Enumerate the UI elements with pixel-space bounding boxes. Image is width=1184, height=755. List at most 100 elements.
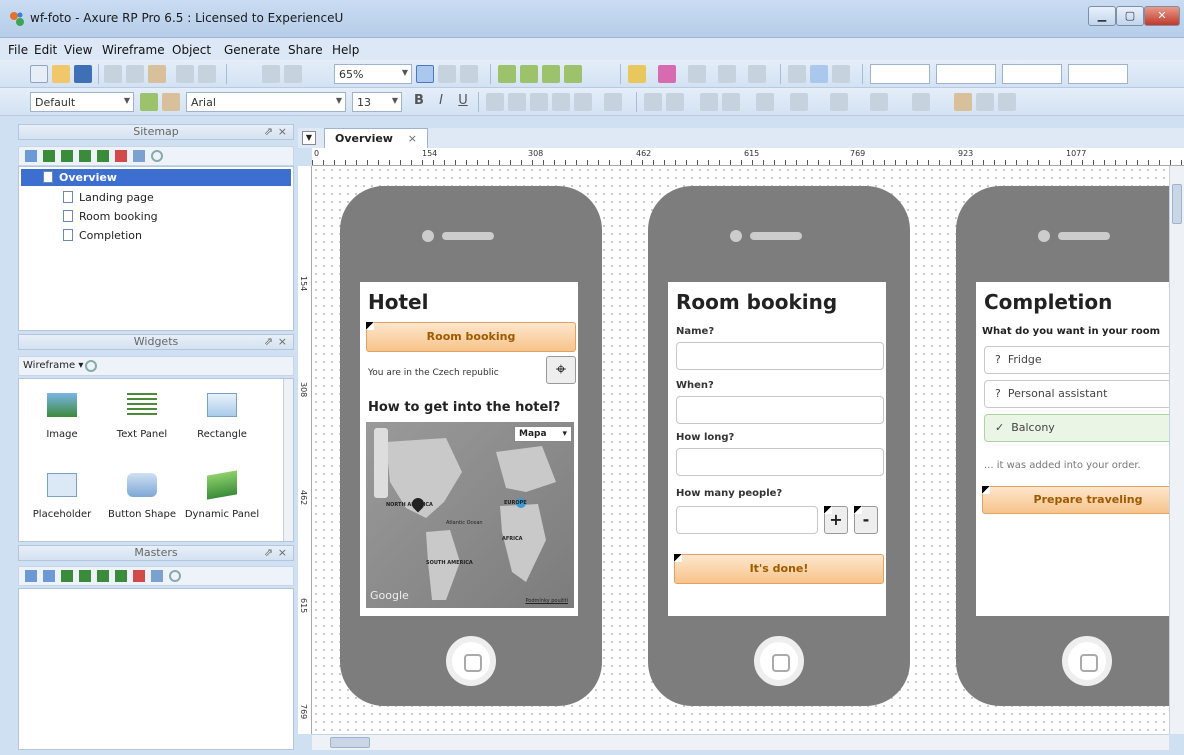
font-select[interactable]: Arial ▼ [186,92,346,112]
menu-wireframe[interactable]: Wireframe [102,43,165,57]
arrow-style-icon[interactable] [748,65,766,83]
outdent-icon[interactable] [97,150,109,162]
annotation-icon[interactable] [954,93,972,111]
link-icon[interactable] [976,93,994,111]
search-icon[interactable] [151,150,163,162]
delete-icon[interactable] [115,150,127,162]
tree-item-overview[interactable]: Overview [21,169,291,186]
arrange-icon[interactable] [460,65,478,83]
rename-icon[interactable] [133,150,145,162]
close-icon[interactable]: × [278,546,287,560]
search-icon[interactable] [85,360,97,372]
text-align-right-icon[interactable] [530,93,548,111]
move-up-icon[interactable] [61,570,73,582]
when-field[interactable] [676,396,884,424]
order-icon[interactable] [700,93,718,111]
copy-icon[interactable] [126,65,144,83]
tree-item-room-booking[interactable]: Room booking [63,208,158,225]
menu-share[interactable]: Share [288,43,323,57]
widgets-scrollbar[interactable] [283,379,293,541]
text-align-center-icon[interactable] [508,93,526,111]
tab-overview[interactable]: Overview × [324,128,428,148]
ungroup-icon[interactable] [520,65,538,83]
widget-dynamic-panel[interactable]: Dynamic Panel [183,470,261,520]
tree-item-landing-page[interactable]: Landing page [63,189,154,206]
font-color-icon[interactable] [604,93,622,111]
line-color-icon[interactable] [658,65,676,83]
option-fridge[interactable]: ? Fridge [984,346,1169,374]
close-window-button[interactable]: ✕ [1144,6,1180,26]
prepare-traveling-button[interactable]: Prepare traveling [982,486,1169,514]
open-folder-icon[interactable] [52,65,70,83]
map-type-select[interactable]: Mapa ▾ [514,426,572,442]
paste-icon[interactable] [148,65,166,83]
menu-file[interactable]: File [8,43,28,57]
table-icon[interactable] [790,93,808,111]
option-personal-assistant[interactable]: ? Personal assistant [984,380,1169,408]
widget-rectangle[interactable]: Rectangle [183,393,261,440]
move-down-icon[interactable] [61,150,73,162]
design-canvas[interactable]: Hotel Room booking You are in the Czech … [312,166,1169,734]
bring-front-icon[interactable] [542,65,560,83]
scroll-thumb[interactable] [1172,184,1182,224]
zoom-select[interactable]: 65% ▼ [334,64,412,84]
add-folder-icon[interactable] [43,570,55,582]
people-field[interactable] [676,506,818,534]
horizontal-scrollbar[interactable] [312,734,1169,750]
tab-menu-button[interactable]: ▼ [302,131,316,145]
pin-icon[interactable]: ⇗ [264,546,273,560]
save-icon[interactable] [74,65,92,83]
widget-button-shape[interactable]: Button Shape [103,473,181,520]
menu-object[interactable]: Object [172,43,211,57]
name-field[interactable] [676,342,884,370]
widget-placeholder[interactable]: Placeholder [23,473,101,520]
room-booking-button[interactable]: Room booking [366,322,576,352]
group-tools-icon[interactable] [756,93,774,111]
align-tools-icon[interactable] [666,93,684,111]
connect-mode-icon[interactable] [438,65,456,83]
option-balcony[interactable]: ✓ Balcony [984,414,1169,442]
pin-icon[interactable]: ⇗ [264,125,273,139]
indent-icon[interactable] [79,150,91,162]
font-size-select[interactable]: 13 ▼ [352,92,402,112]
library-select[interactable]: Wireframe ▾ [23,360,83,371]
align-right-icon[interactable] [832,65,850,83]
line-width-icon[interactable] [688,65,706,83]
new-page-icon[interactable] [30,65,48,83]
line-style-icon[interactable] [718,65,736,83]
delete-icon[interactable] [133,570,145,582]
move-down-icon[interactable] [79,570,91,582]
style-select[interactable]: Default ▼ [30,92,134,112]
decrement-button[interactable]: - [854,506,878,534]
its-done-button[interactable]: It's done! [674,554,884,584]
menu-view[interactable]: View [64,43,92,57]
w-field[interactable] [1002,64,1062,84]
connector-icon[interactable] [284,65,302,83]
format-painter-icon[interactable] [262,65,280,83]
rename-icon[interactable] [151,570,163,582]
undo-icon[interactable] [176,65,194,83]
bold-button[interactable]: B [410,93,428,111]
map-zoom-control[interactable] [374,428,388,498]
map-widget[interactable]: Mapa ▾ NORTH AMERICA EUROPE AFRICA SOUTH… [366,422,574,608]
menu-edit[interactable]: Edit [34,43,57,57]
visibility-icon[interactable] [912,93,930,111]
add-page-icon[interactable] [25,150,37,162]
master-icon[interactable] [870,93,888,111]
how-long-field[interactable] [676,448,884,476]
map-terms-link[interactable]: Podmínky použití [525,598,568,604]
group-icon[interactable] [498,65,516,83]
x-field[interactable] [870,64,930,84]
y-field[interactable] [936,64,996,84]
widget-text-panel[interactable]: Text Panel [103,393,181,440]
format-painter-icon[interactable] [162,93,180,111]
panel-icon[interactable] [830,93,848,111]
pin-icon[interactable]: ⇗ [264,335,273,349]
menu-generate[interactable]: Generate [224,43,280,57]
close-tab-icon[interactable]: × [408,132,417,145]
scroll-thumb[interactable] [330,737,370,748]
select-mode-icon[interactable] [416,65,434,83]
italic-button[interactable]: I [432,93,450,111]
menu-help[interactable]: Help [332,43,359,57]
widget-image[interactable]: Image [23,393,101,440]
